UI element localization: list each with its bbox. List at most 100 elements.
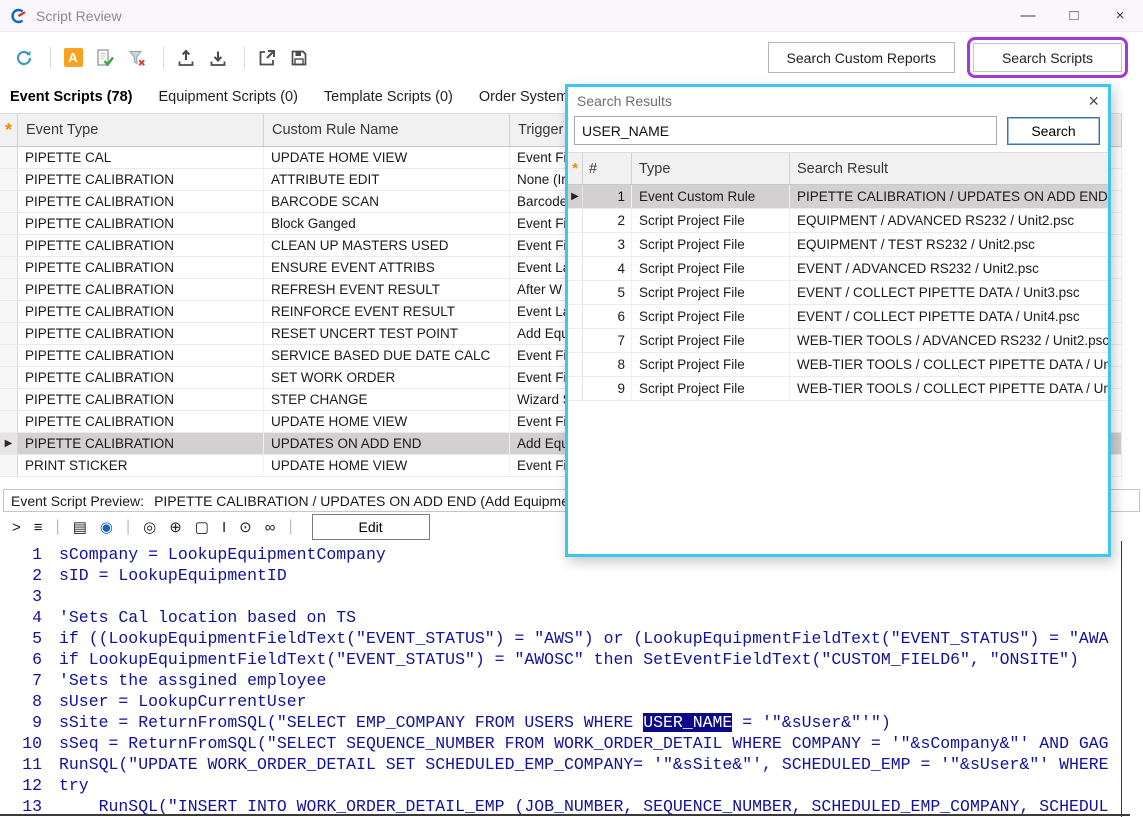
search-button[interactable]: Search [1007,117,1100,145]
minimize-icon[interactable]: — [1005,0,1051,31]
cell-number: 7 [583,329,632,352]
select-box-icon[interactable]: ▢ [195,518,209,536]
search-result-row[interactable]: 2Script Project FileEQUIPMENT / ADVANCED… [568,209,1108,233]
search-result-row[interactable]: 8Script Project FileWEB-TIER TOOLS / COL… [568,353,1108,377]
code-lines: 1sCompany = LookupEquipmentCompany2sID =… [0,544,1121,817]
search-result-row[interactable]: 7Script Project FileWEB-TIER TOOLS / ADV… [568,329,1108,353]
cell-type: Script Project File [632,257,790,280]
code-text: try [42,775,89,796]
cell-custom-rule-name: STEP CHANGE [264,389,510,410]
refresh-icon[interactable] [10,44,38,72]
code-text: sCompany = LookupEquipmentCompany [42,544,386,565]
line-number: 6 [0,649,42,670]
watch-icon[interactable]: ◎ [143,518,156,536]
toolbar-right-buttons: Search Custom Reports Search Scripts [768,37,1128,78]
save-icon[interactable] [285,44,313,72]
download-icon[interactable] [204,44,232,72]
cell-search-result: EVENT / ADVANCED RS232 / Unit2.psc [790,257,1108,280]
binoculars-icon[interactable]: ∞ [265,519,276,536]
search-input[interactable] [574,116,997,145]
column-header-search-result[interactable]: Search Result [790,153,1108,184]
line-number: 11 [0,754,42,775]
cell-type: Script Project File [632,233,790,256]
tab-equipment-scripts[interactable]: Equipment Scripts (0) [159,82,298,113]
row-indicator [0,411,18,432]
dialog-close-icon[interactable]: × [1088,92,1099,110]
zoom-in-icon[interactable]: ⊕ [169,518,182,536]
search-results-header: * # Type Search Result [568,152,1108,185]
tab-template-scripts[interactable]: Template Scripts (0) [324,82,453,113]
search-result-row[interactable]: 6Script Project FileEVENT / COLLECT PIPE… [568,305,1108,329]
tab-event-scripts[interactable]: Event Scripts (78) [10,82,133,113]
cell-event-type: PIPETTE CALIBRATION [18,411,264,432]
cell-type: Event Custom Rule [632,185,790,208]
search-result-row[interactable]: 5Script Project FileEVENT / COLLECT PIPE… [568,281,1108,305]
column-header-type[interactable]: Type [632,153,790,184]
text-cursor-icon[interactable]: I [222,519,226,536]
cell-search-result: EQUIPMENT / ADVANCED RS232 / Unit2.psc [790,209,1108,232]
highlight-ring: Search Scripts [967,37,1128,78]
line-list-icon[interactable]: ≡ [34,519,43,536]
column-header-number[interactable]: # [583,153,632,184]
row-indicator [0,367,18,388]
cell-number: 8 [583,353,632,376]
export-icon[interactable] [253,44,281,72]
code-text: sSite = ReturnFromSQL("SELECT EMP_COMPAN… [42,712,891,733]
preview-label: Event Script Preview: [11,493,144,509]
cell-custom-rule-name: UPDATE HOME VIEW [264,411,510,432]
maximize-icon[interactable]: □ [1051,0,1097,31]
line-number: 2 [0,565,42,586]
main-toolbar: A [0,33,1143,82]
search-result-row[interactable]: 3Script Project FileEQUIPMENT / TEST RS2… [568,233,1108,257]
cell-number: 9 [583,377,632,400]
attribute-a-glyph: A [64,48,83,67]
marker-icon[interactable]: ◉ [100,518,113,536]
cell-number: 6 [583,305,632,328]
cell-search-result: EVENT / COLLECT PIPETTE DATA / Unit3.psc [790,281,1108,304]
search-results-body: ▶1Event Custom RulePIPETTE CALIBRATION /… [568,185,1108,401]
cell-type: Script Project File [632,353,790,376]
line-number: 8 [0,691,42,712]
code-line: 5if ((LookupEquipmentFieldText("EVENT_ST… [0,628,1121,649]
column-header-custom-rule-name[interactable]: Custom Rule Name [264,114,510,146]
search-results-dialog: Search Results × Search * # Type Search … [565,84,1111,557]
code-text: sID = LookupEquipmentID [42,565,287,586]
row-indicator [0,301,18,322]
cell-custom-rule-name: BARCODE SCAN [264,191,510,212]
cell-search-result: PIPETTE CALIBRATION / UPDATES ON ADD END… [790,185,1108,208]
search-result-row[interactable]: 4Script Project FileEVENT / ADVANCED RS2… [568,257,1108,281]
highlighted-token: USER_NAME [643,713,732,732]
toolbar-separator [50,47,51,69]
close-icon[interactable]: × [1097,0,1143,31]
row-indicator [568,377,583,400]
line-number: 7 [0,670,42,691]
cell-custom-rule-name: REINFORCE EVENT RESULT [264,301,510,322]
print-icon[interactable]: ▤ [73,518,87,536]
row-indicator [0,257,18,278]
validate-script-icon[interactable] [91,44,119,72]
search-scripts-button[interactable]: Search Scripts [973,43,1122,72]
line-number: 10 [0,733,42,754]
search-custom-reports-button[interactable]: Search Custom Reports [768,42,955,73]
line-number: 3 [0,586,42,607]
row-indicator [568,257,583,280]
window-controls: — □ × [1005,0,1143,31]
run-arrow-icon[interactable]: > [12,519,21,536]
column-header-event-type[interactable]: Event Type [18,114,264,146]
row-indicator [0,323,18,344]
code-line: 2sID = LookupEquipmentID [0,565,1121,586]
cell-event-type: PIPETTE CALIBRATION [18,257,264,278]
row-indicator [0,345,18,366]
find-icon[interactable]: ⊙ [239,518,252,536]
horizontal-scrollbar[interactable] [0,814,1130,816]
cell-search-result: WEB-TIER TOOLS / ADVANCED RS232 / Unit2.… [790,329,1108,352]
attribute-a-icon[interactable]: A [59,44,87,72]
upload-icon[interactable] [172,44,200,72]
edit-button[interactable]: Edit [312,514,430,540]
search-result-row[interactable]: ▶1Event Custom RulePIPETTE CALIBRATION /… [568,185,1108,209]
search-result-row[interactable]: 9Script Project FileWEB-TIER TOOLS / COL… [568,377,1108,401]
code-editor[interactable]: 1sCompany = LookupEquipmentCompany2sID =… [0,541,1122,817]
clear-filter-icon[interactable] [123,44,151,72]
cell-custom-rule-name: ATTRIBUTE EDIT [264,169,510,190]
row-indicator [0,213,18,234]
